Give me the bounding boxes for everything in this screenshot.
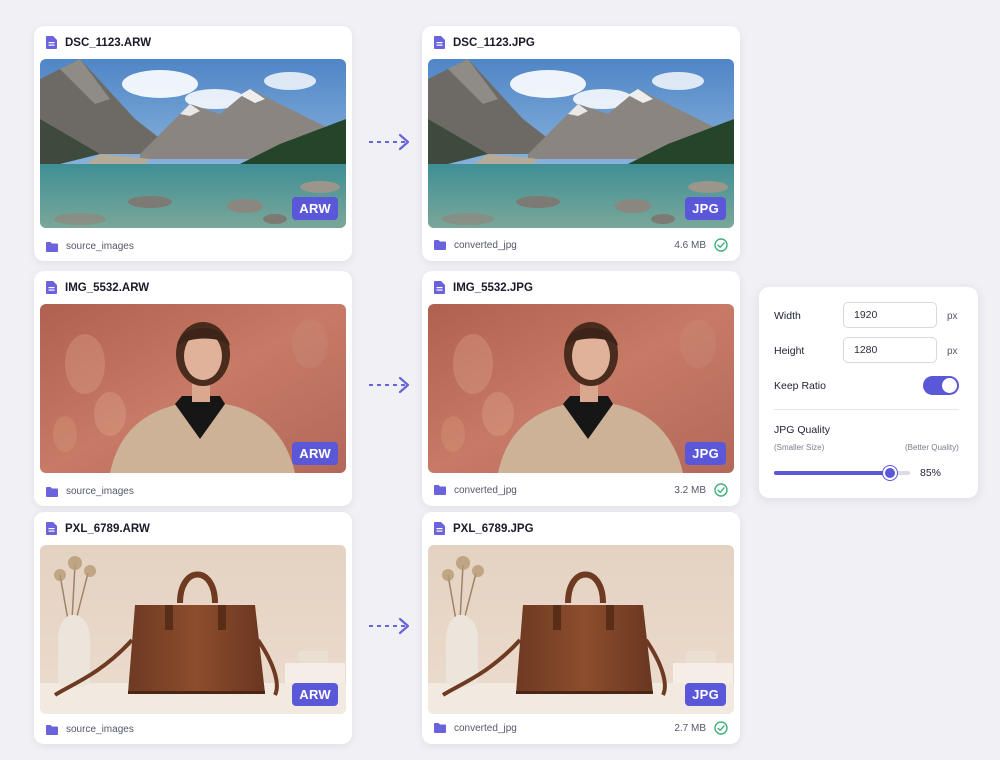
source-file-card[interactable]: PXL_6789.ARW ARW source_images [34,512,352,744]
source-file-card[interactable]: IMG_5532.ARW ARW source_images [34,271,352,506]
file-footer: converted_jpg 2.7 MB [434,721,728,735]
file-header: DSC_1123.ARW [46,36,151,49]
file-header: IMG_5532.JPG [434,281,533,294]
file-footer: converted_jpg 4.6 MB [434,238,728,252]
toggle-knob [942,378,957,393]
folder-icon [434,485,446,495]
jpg-quality-slider[interactable] [774,466,910,480]
source-file-card[interactable]: DSC_1123.ARW ARW source_images [34,26,352,261]
check-circle-icon [714,721,728,735]
folder-name: converted_jpg [454,722,517,734]
width-input[interactable]: 1920 [843,302,937,328]
folder-icon [434,240,446,250]
document-icon [46,522,57,535]
mountain-lake-photo: JPG [428,59,734,228]
file-footer: source_images [46,241,340,252]
check-circle-icon [714,238,728,252]
document-icon [434,522,445,535]
quality-max-label: (Better Quality) [905,443,959,452]
format-badge: JPG [685,197,726,220]
leather-handbag-photo: ARW [40,545,346,714]
folder-icon [46,486,58,497]
file-footer: converted_jpg 3.2 MB [434,483,728,497]
mountain-lake-photo: ARW [40,59,346,228]
filename: DSC_1123.ARW [65,36,152,49]
convert-arrow-icon [369,376,410,394]
quality-min-label: (Smaller Size) [774,443,825,452]
portrait-woman-photo: JPG [428,304,734,473]
jpg-quality-label: JPG Quality [774,424,831,436]
folder-name: source_images [66,486,134,497]
folder-name: source_images [66,241,134,252]
output-file-card[interactable]: DSC_1123.JPG JPG converted_jpg 4.6 MB [422,26,740,261]
filename: PXL_6789.JPG [453,522,534,535]
document-icon [46,281,57,294]
document-icon [434,36,445,49]
file-size: 2.7 MB [674,722,706,734]
convert-arrow-icon [369,617,410,635]
folder-name: converted_jpg [454,484,517,496]
file-size: 4.6 MB [674,239,706,251]
format-badge: ARW [292,683,338,706]
portrait-woman-photo: ARW [40,304,346,473]
keep-ratio-label: Keep Ratio [774,380,826,392]
file-header: DSC_1123.JPG [434,36,535,49]
folder-icon [46,241,58,252]
output-file-card[interactable]: IMG_5532.JPG JPG converted_jpg 3.2 MB [422,271,740,506]
height-unit: px [947,346,958,357]
file-header: PXL_6789.ARW [46,522,150,535]
format-badge: JPG [685,683,726,706]
filename: IMG_5532.ARW [65,281,150,294]
convert-arrow-icon [369,133,410,151]
file-footer: source_images [46,486,340,497]
folder-name: converted_jpg [454,239,517,251]
filename: PXL_6789.ARW [65,522,150,535]
file-header: PXL_6789.JPG [434,522,534,535]
folder-name: source_images [66,724,134,735]
width-unit: px [947,311,958,322]
slider-fill [774,471,890,475]
format-badge: JPG [685,442,726,465]
folder-icon [46,724,58,735]
format-badge: ARW [292,442,338,465]
output-file-card[interactable]: PXL_6789.JPG JPG converted_jpg 2.7 MB [422,512,740,744]
width-label: Width [774,310,801,322]
jpg-quality-value: 85% [920,467,942,479]
document-icon [46,36,57,49]
height-label: Height [774,345,805,357]
divider [774,409,959,410]
document-icon [434,281,445,294]
filename: DSC_1123.JPG [453,36,535,49]
filename: IMG_5532.JPG [453,281,533,294]
file-header: IMG_5532.ARW [46,281,149,294]
slider-thumb[interactable] [882,466,897,480]
format-badge: ARW [292,197,338,220]
folder-icon [434,723,446,733]
height-input[interactable]: 1280 [843,337,937,363]
keep-ratio-toggle[interactable] [923,376,959,395]
conversion-settings-panel: Width 1920 px Height 1280 px Keep Ratio … [759,287,978,498]
check-circle-icon [714,483,728,497]
leather-handbag-photo: JPG [428,545,734,714]
file-size: 3.2 MB [674,484,706,496]
file-footer: source_images [46,724,340,735]
